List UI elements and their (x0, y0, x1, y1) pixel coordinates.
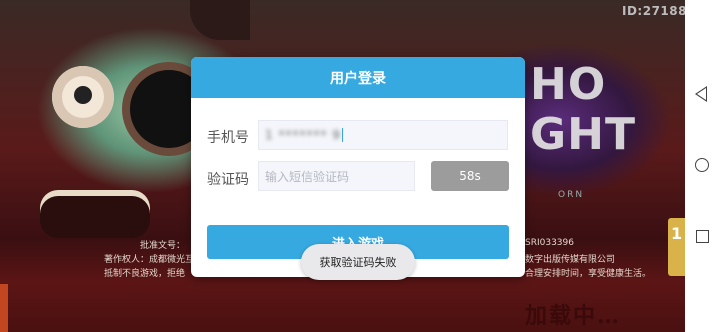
character-hair (190, 0, 250, 40)
game-logo-subtitle: ORN (558, 190, 585, 200)
login-dialog-header: 用户登录 (191, 57, 525, 98)
android-nav-bar (685, 0, 720, 332)
verification-code-label: 验证码 (207, 172, 249, 188)
character-mouth (40, 190, 150, 238)
error-toast: 获取验证码失败 (301, 244, 415, 280)
recent-square-icon[interactable] (696, 230, 709, 243)
loading-label: 加载中… (525, 303, 622, 329)
phone-input[interactable]: 1 ******* 9 (258, 120, 508, 150)
verification-code-placeholder: 输入短信验证码 (265, 169, 350, 184)
game-logo: HO GHT (530, 59, 636, 210)
age-rating-badge: 1 (668, 218, 685, 276)
progress-bar-edge (0, 284, 8, 332)
login-dialog-title: 用户登录 (330, 70, 386, 87)
resend-code-countdown-button[interactable]: 58s (431, 161, 509, 191)
legal-health-notice-text: 抵制不良游戏，拒绝 (104, 269, 186, 279)
home-circle-icon[interactable] (695, 158, 709, 172)
character-eye-left (52, 66, 114, 128)
user-id-label: ID:271884 (622, 4, 685, 18)
legal-isbn-text: SRI033396 (525, 238, 574, 248)
legal-copyright-text: 著作权人：成都微光互 (104, 255, 195, 265)
legal-approval-text: 批准文号： (140, 241, 186, 251)
legal-health-tip-text: 合理安排时间，享受健康生活。 (525, 269, 652, 279)
game-logo-line: GHT (530, 109, 636, 160)
age-rating-text: 1 (671, 224, 683, 243)
text-caret (341, 128, 343, 142)
phone-input-value: 1 ******* 9 (265, 128, 341, 142)
legal-publisher-text: 数字出版传媒有限公司 (525, 255, 616, 265)
phone-label: 手机号 (207, 130, 249, 146)
verification-code-input[interactable]: 输入短信验证码 (258, 161, 415, 191)
back-triangle-icon[interactable] (695, 86, 707, 102)
game-logo-line: HO (530, 59, 607, 110)
